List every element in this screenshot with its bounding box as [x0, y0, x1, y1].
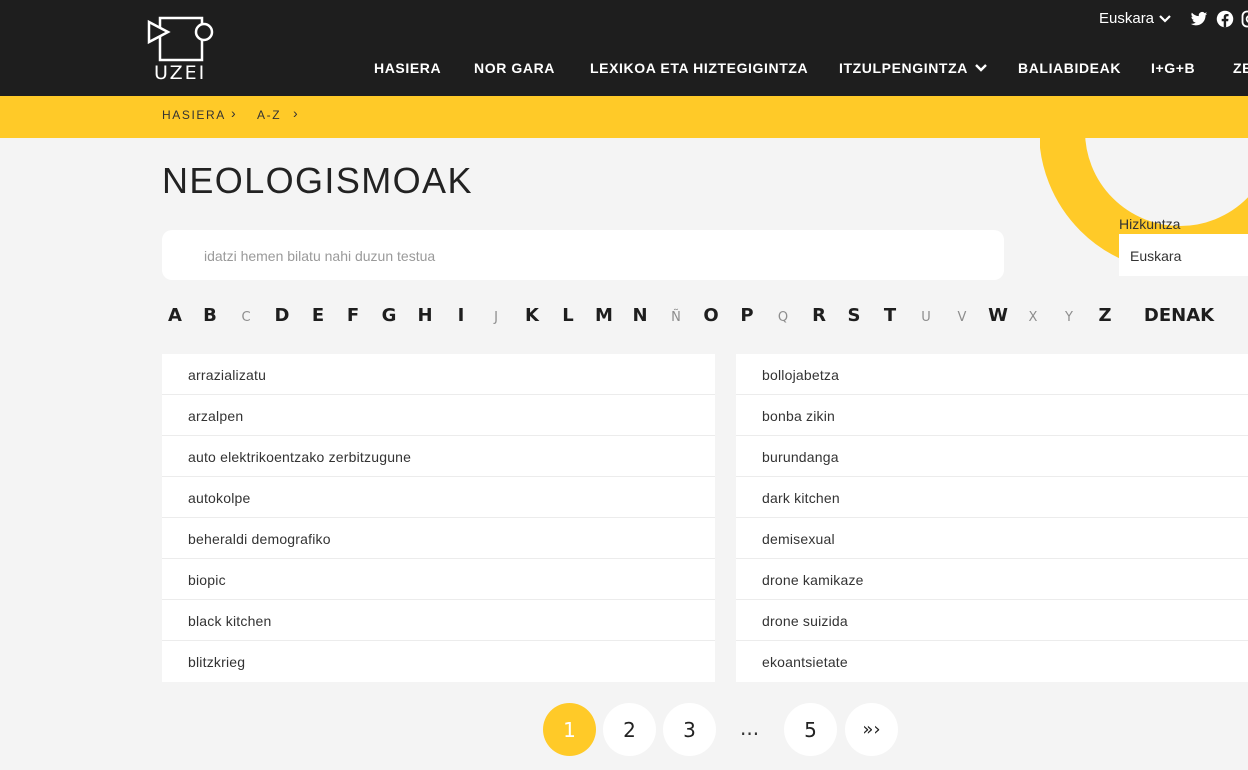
language-filter-label: Hizkuntza	[1119, 216, 1181, 232]
nav-item-hasiera[interactable]: HASIERA	[374, 60, 441, 76]
breadcrumb-item-hasiera[interactable]: HASIERA	[162, 108, 226, 122]
list-item[interactable]: bollojabetza	[736, 354, 1248, 395]
language-filter-value: Euskara	[1130, 248, 1182, 264]
list-item[interactable]: burundanga	[736, 436, 1248, 477]
letter-x: X	[1028, 310, 1038, 325]
facebook-icon[interactable]	[1216, 10, 1234, 28]
instagram-icon[interactable]	[1241, 10, 1248, 28]
language-switcher[interactable]: Euskara	[1099, 10, 1172, 27]
letter-q: Q	[777, 310, 789, 325]
top-header: UZEI Euskara HASIERA NOR GARA LEXIKOA ET…	[0, 0, 1248, 96]
nav-item-label: LEXIKOA ETA HIZTEGIGINTZA	[590, 60, 809, 76]
letter-n[interactable]: N	[632, 305, 647, 326]
list-item[interactable]: blitzkrieg	[162, 641, 715, 682]
search-input[interactable]	[202, 230, 986, 282]
letter-e[interactable]: E	[312, 305, 324, 326]
nav-item-label: ITZULPENGINTZA	[839, 60, 968, 76]
alphabet-filter: A B C D E F G H I J K L M N Ñ O P Q R S …	[0, 304, 1248, 334]
letter-u: U	[921, 310, 931, 325]
letter-r[interactable]: R	[812, 305, 826, 326]
nav-item-label: HASIERA	[374, 60, 442, 76]
chevron-down-icon	[975, 64, 987, 72]
letter-z[interactable]: Z	[1098, 305, 1111, 326]
letter-denak[interactable]: DENAK	[1144, 305, 1214, 326]
letter-h[interactable]: H	[417, 305, 432, 326]
page-title: NEOLOGISMOAK	[162, 160, 473, 201]
list-item[interactable]: drone suizida	[736, 600, 1248, 641]
letter-t[interactable]: T	[884, 305, 896, 326]
list-item[interactable]: biopic	[162, 559, 715, 600]
list-item[interactable]: arzalpen	[162, 395, 715, 436]
letter-m[interactable]: M	[595, 305, 613, 326]
letter-b[interactable]: B	[203, 305, 217, 326]
list-item[interactable]: ekoantsietate	[736, 641, 1248, 682]
nav-item-itzulpengintza[interactable]: ITZULPENGINTZA	[839, 60, 988, 76]
letter-g[interactable]: G	[382, 305, 397, 326]
nav-item-ze[interactable]: ZE	[1233, 60, 1248, 76]
letter-k[interactable]: K	[525, 305, 539, 326]
language-filter-select[interactable]: Euskara	[1119, 234, 1248, 276]
breadcrumb-separator-icon: ›	[293, 105, 298, 121]
letter-i[interactable]: I	[458, 305, 465, 326]
letter-p[interactable]: P	[740, 305, 753, 326]
letter-v: V	[957, 310, 967, 325]
page-button-5[interactable]: 5	[784, 703, 837, 756]
list-item[interactable]: arrazializatu	[162, 354, 715, 395]
list-item[interactable]: demisexual	[736, 518, 1248, 559]
nav-item-label: ZE	[1233, 60, 1248, 76]
letter-s[interactable]: S	[848, 305, 861, 326]
twitter-icon[interactable]	[1190, 10, 1208, 28]
list-item[interactable]: beheraldi demografiko	[162, 518, 715, 559]
terms-list-right: bollojabetza bonba zikin burundanga dark…	[736, 354, 1248, 682]
page-button-1[interactable]: 1	[543, 703, 596, 756]
letter-o[interactable]: O	[703, 305, 718, 326]
list-item[interactable]: dark kitchen	[736, 477, 1248, 518]
language-switcher-label: Euskara	[1099, 10, 1155, 27]
letter-a[interactable]: A	[168, 305, 182, 326]
next-page-button[interactable]: »›	[845, 703, 898, 756]
breadcrumb-separator-icon: ›	[231, 105, 236, 121]
list-item[interactable]: autokolpe	[162, 477, 715, 518]
nav-item-label: NOR GARA	[474, 60, 556, 76]
breadcrumb: HASIERA › A-Z ›	[0, 96, 1248, 138]
list-item[interactable]: bonba zikin	[736, 395, 1248, 436]
nav-item-igb[interactable]: I+G+B	[1151, 60, 1195, 76]
nav-item-label: I+G+B	[1151, 60, 1196, 76]
breadcrumb-item-a-z[interactable]: A-Z	[257, 108, 281, 122]
list-item[interactable]: black kitchen	[162, 600, 715, 641]
pagination-ellipsis: ...	[740, 716, 760, 740]
letter-y: Y	[1065, 310, 1073, 325]
list-item[interactable]: drone kamikaze	[736, 559, 1248, 600]
letter-d[interactable]: D	[275, 305, 290, 326]
page-button-3[interactable]: 3	[663, 703, 716, 756]
letter-l[interactable]: L	[562, 305, 573, 326]
letter-w[interactable]: W	[988, 305, 1008, 326]
chevron-down-icon	[1159, 14, 1171, 23]
letter-c: C	[241, 310, 251, 325]
nav-item-label: BALIABIDEAK	[1018, 60, 1122, 76]
search-box	[162, 230, 1004, 282]
page-button-2[interactable]: 2	[603, 703, 656, 756]
letter-f[interactable]: F	[347, 305, 359, 326]
nav-item-nor-gara[interactable]: NOR GARA	[474, 60, 555, 76]
letter-j: J	[494, 310, 498, 325]
letter-n-tilde: Ñ	[671, 310, 681, 325]
list-item[interactable]: auto elektrikoentzako zerbitzugune	[162, 436, 715, 477]
terms-list-left: arrazializatu arzalpen auto elektrikoent…	[162, 354, 715, 682]
main-nav: HASIERA NOR GARA LEXIKOA ETA HIZTEGIGINT…	[0, 60, 1248, 78]
nav-item-lexikoa[interactable]: LEXIKOA ETA HIZTEGIGINTZA	[590, 60, 808, 76]
nav-item-baliabideak[interactable]: BALIABIDEAK	[1018, 60, 1121, 76]
